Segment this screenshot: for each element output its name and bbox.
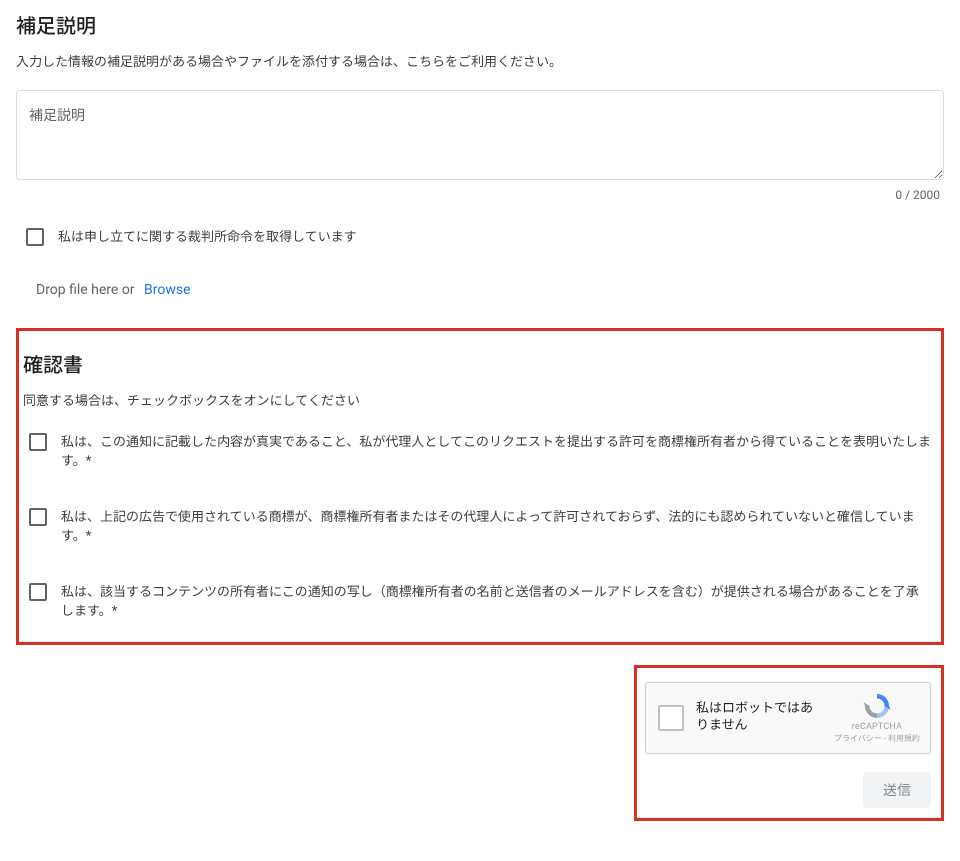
supplement-description: 入力した情報の補足説明がある場合やファイルを添付する場合は、こちらをご利用くださ…	[16, 51, 944, 70]
confirm-item-2: 私は、該当するコンテンツの所有者にこの通知の写し（商標権所有者の名前と送信者のメ…	[23, 579, 937, 626]
confirmation-title: 確認書	[23, 349, 937, 378]
court-order-row: 私は申し立てに関する裁判所命令を取得しています	[16, 224, 944, 252]
confirm-item-0: 私は、この通知に記載した内容が真実であること、私が代理人としてこのリクエストを提…	[23, 429, 937, 476]
confirm-label-2: 私は、該当するコンテンツの所有者にこの通知の写し（商標権所有者の名前と送信者のメ…	[61, 583, 931, 622]
submit-button[interactable]: 送信	[863, 772, 931, 808]
confirm-label-0: 私は、この通知に記載した内容が真実であること、私が代理人としてこのリクエストを提…	[61, 433, 931, 472]
file-drop-area[interactable]: Drop file here or Browse	[36, 282, 944, 298]
recaptcha-checkbox[interactable]	[658, 705, 684, 731]
confirmation-highlight-box: 確認書 同意する場合は、チェックボックスをオンにしてください 私は、この通知に記…	[16, 328, 944, 645]
supplement-textarea-wrap	[16, 90, 944, 184]
supplement-title: 補足説明	[16, 10, 944, 39]
court-order-checkbox[interactable]	[26, 228, 44, 246]
recaptcha-brand: reCAPTCHA	[852, 722, 902, 732]
recaptcha-badge: reCAPTCHA プライバシー - 利用規約	[834, 691, 920, 744]
file-drop-text: Drop file here or	[36, 282, 135, 298]
charcount: 0 / 2000	[16, 188, 944, 202]
supplement-textarea[interactable]	[16, 90, 944, 180]
supplement-section: 補足説明 入力した情報の補足説明がある場合やファイルを添付する場合は、こちらをご…	[16, 10, 944, 298]
footer-highlight-box: 私はロボットではありません reCAPTCHA プライバシー - 利用規約 送信	[634, 665, 944, 821]
browse-link[interactable]: Browse	[144, 282, 190, 298]
recaptcha-terms: プライバシー - 利用規約	[834, 733, 920, 744]
recaptcha-logo-icon	[862, 691, 892, 721]
confirm-item-1: 私は、上記の広告で使用されている商標が、商標権所有者またはその代理人によって許可…	[23, 504, 937, 551]
recaptcha-text: 私はロボットではありません	[696, 701, 822, 735]
confirmation-description: 同意する場合は、チェックボックスをオンにしてください	[23, 390, 937, 409]
confirm-label-1: 私は、上記の広告で使用されている商標が、商標権所有者またはその代理人によって許可…	[61, 508, 931, 547]
court-order-label: 私は申し立てに関する裁判所命令を取得しています	[58, 228, 357, 248]
confirm-checkbox-2[interactable]	[29, 583, 47, 601]
recaptcha-widget: 私はロボットではありません reCAPTCHA プライバシー - 利用規約	[645, 682, 931, 754]
confirm-checkbox-1[interactable]	[29, 508, 47, 526]
confirm-checkbox-0[interactable]	[29, 433, 47, 451]
